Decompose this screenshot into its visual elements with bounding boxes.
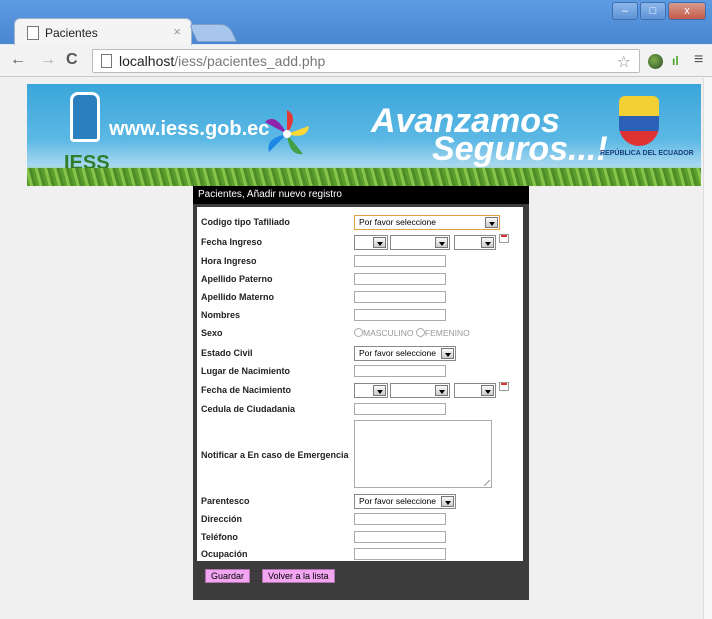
label-nombres: Nombres [201,310,241,320]
label-fecha-nacimiento: Fecha de Nacimiento [201,385,292,395]
back-arrow-icon[interactable]: ← [10,51,26,69]
cedula-input[interactable] [354,403,446,415]
close-window-button[interactable]: x [668,2,706,20]
apellido-materno-input[interactable] [354,291,446,303]
label-apellido-materno: Apellido Materno [201,292,275,302]
forward-arrow-icon[interactable]: → [40,51,56,69]
bookmark-star-icon[interactable]: ☆ [617,52,631,72]
label-telefono: Teléfono [201,532,238,542]
label-direccion: Dirección [201,514,243,524]
chevron-down-icon [481,385,494,396]
direccion-input[interactable] [354,513,446,525]
fecha-ingreso-day-select[interactable] [354,235,388,250]
website-text: www.iess.gob.ec [109,118,270,140]
page-icon [101,54,112,68]
address-bar[interactable]: localhost/iess/pacientes_add.php ☆ [92,49,640,73]
calendar-icon[interactable] [499,234,509,243]
chevron-down-icon [435,237,448,248]
slogan-line2: Seguros...! [432,130,608,168]
tipo-afiliado-select[interactable]: Por favor seleccione [354,215,500,230]
fecha-ingreso-year-select[interactable] [454,235,496,250]
femenino-radio[interactable] [415,328,425,337]
label-apellido-paterno: Apellido Paterno [201,274,273,284]
grass-decoration [27,168,701,186]
estado-civil-select[interactable]: Por favor seleccione [354,346,456,361]
calendar-icon[interactable] [499,382,509,391]
pinwheel-icon [265,110,309,155]
hora-ingreso-input[interactable] [354,255,446,267]
form-panel: Pacientes, Añadir nuevo registro Codigo … [193,186,529,600]
notificar-textarea[interactable] [354,420,492,488]
tab-close-icon[interactable]: × [173,24,181,39]
page-icon [27,26,39,40]
fecha-nacimiento-year-select[interactable] [454,383,496,398]
label-tipo-afiliado: Codigo tipo Tafiliado [201,217,290,227]
chevron-down-icon [481,237,494,248]
telefono-input[interactable] [354,531,446,543]
extension-signal-icon[interactable]: ıl [672,54,679,68]
masculino-radio[interactable] [354,328,363,337]
lugar-nacimiento-input[interactable] [354,365,446,377]
fecha-nacimiento-month-select[interactable] [390,383,450,398]
chevron-down-icon [373,385,386,396]
parentesco-select[interactable]: Por favor seleccione [354,494,456,509]
form-body: Codigo tipo Tafiliado Por favor seleccio… [197,207,523,561]
iess-logo: IESS [62,92,110,174]
vertical-scrollbar[interactable] [703,78,712,619]
label-fecha-ingreso: Fecha Ingreso [201,237,263,247]
label-ocupacion: Ocupación [201,549,248,559]
back-to-list-button[interactable]: Volver a la lista [262,569,335,583]
femenino-label: FEMENINO [424,328,470,338]
label-estado-civil: Estado Civil [201,348,253,358]
label-notificar: Notificar a En caso de Emergencia [201,450,349,460]
browser-tab[interactable]: Pacientes × [14,18,192,46]
masculino-label: MASCULINO [363,328,414,338]
coat-of-arms-icon [619,96,659,146]
header-banner: IESS www.iess.gob.ec Avanzamos Seguros..… [27,84,701,186]
reload-icon[interactable]: C [66,51,78,69]
label-parentesco: Parentesco [201,496,250,506]
save-button[interactable]: Guardar [205,569,251,583]
apellido-paterno-input[interactable] [354,273,446,285]
hand-logo-icon [70,92,100,142]
chevron-down-icon [441,496,454,507]
sexo-radio-group: MASCULINO FEMENINO [354,328,470,338]
menu-icon[interactable]: ≡ [694,51,703,69]
chevron-down-icon [435,385,448,396]
url-text[interactable]: localhost/iess/pacientes_add.php [119,53,325,69]
label-lugar-nacimiento: Lugar de Nacimiento [201,366,291,376]
tab-title: Pacientes [45,26,98,40]
chevron-down-icon [373,237,386,248]
label-hora-ingreso: Hora Ingreso [201,256,257,266]
browser-toolbar: ← → C localhost/iess/pacientes_add.php ☆… [0,45,712,77]
label-cedula: Cedula de Ciudadania [201,404,296,414]
republic-text: REPÚBLICA DEL ECUADOR [600,150,694,157]
chevron-down-icon [485,217,498,228]
chevron-down-icon [441,348,454,359]
fecha-nacimiento-day-select[interactable] [354,383,388,398]
ocupacion-input[interactable] [354,548,446,560]
nombres-input[interactable] [354,309,446,321]
minimize-button[interactable]: – [612,2,638,20]
maximize-button[interactable]: □ [640,2,666,20]
label-sexo: Sexo [201,328,223,338]
extension-globe-icon[interactable] [648,54,663,69]
fecha-ingreso-month-select[interactable] [390,235,450,250]
window-controls: – □ x [612,2,706,20]
form-heading: Pacientes, Añadir nuevo registro [193,186,529,204]
